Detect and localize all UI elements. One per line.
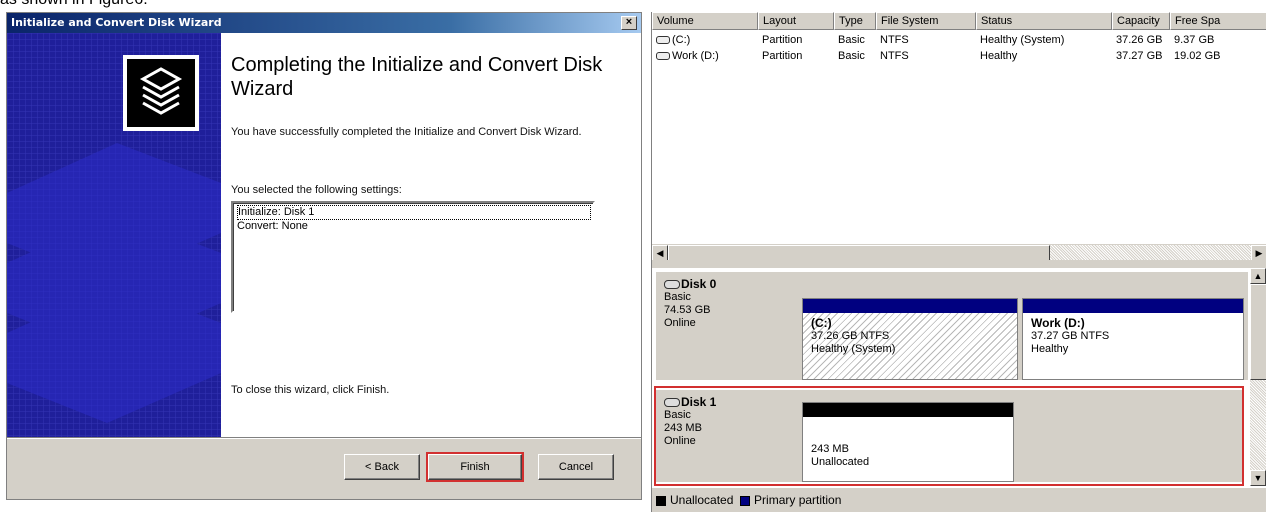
scroll-left-icon[interactable]: ◀	[652, 245, 668, 260]
partition-c[interactable]: (C:) 37.26 GB NTFS Healthy (System)	[802, 298, 1018, 380]
column-header-layout[interactable]: Layout	[758, 12, 834, 30]
volume-type: Basic	[838, 34, 865, 46]
disk-stack-illustration	[7, 33, 221, 437]
wizard-logo-icon	[123, 55, 199, 131]
table-row[interactable]: Work (D:) Partition Basic NTFS Healthy 3…	[652, 48, 1266, 64]
settings-line-convert: Convert: None	[237, 220, 308, 232]
disk-0-state: Online	[664, 317, 696, 329]
legend-label-unallocated: Unallocated	[670, 493, 734, 507]
settings-list[interactable]: Initialize: Disk 1 Convert: None	[231, 201, 595, 313]
column-header-type[interactable]: Type	[834, 12, 876, 30]
column-header-file-system[interactable]: File System	[876, 12, 976, 30]
disk-1-highlight-frame	[654, 386, 1244, 486]
volume-layout: Partition	[762, 50, 803, 62]
partition-c-status: Healthy (System)	[811, 343, 896, 355]
volume-type: Basic	[838, 50, 865, 62]
disk-management-pane: Volume Layout Type File System Status Ca…	[651, 12, 1266, 512]
volume-free-space: 9.37 GB	[1174, 34, 1215, 46]
partition-d-detail: 37.27 GB NTFS	[1031, 330, 1110, 342]
disk-icon	[664, 280, 680, 290]
wizard-title: Initialize and Convert Disk Wizard	[11, 16, 222, 29]
column-header-free-space[interactable]: Free Spa	[1170, 12, 1266, 30]
partition-c-name: (C:)	[811, 316, 832, 330]
partition-d-bar	[1023, 299, 1243, 313]
column-header-volume[interactable]: Volume	[652, 12, 758, 30]
partition-c-detail: 37.26 GB NTFS	[811, 330, 890, 342]
figure-caption: as shown in Figure6.	[0, 0, 148, 9]
disk-graphical-view: Disk 0 Basic 74.53 GB Online (C:) 37.26 …	[652, 268, 1266, 488]
vertical-scroll-thumb[interactable]	[1250, 284, 1266, 380]
table-row[interactable]: (C:) Partition Basic NTFS Healthy (Syste…	[652, 32, 1266, 48]
partition-d[interactable]: Work (D:) 37.27 GB NTFS Healthy	[1022, 298, 1244, 380]
scroll-down-icon[interactable]: ▼	[1250, 470, 1266, 486]
button-separator	[7, 437, 641, 439]
volume-free-space: 19.02 GB	[1174, 50, 1221, 62]
legend-swatch-unallocated	[656, 495, 666, 506]
disk-0-name: Disk 0	[681, 277, 717, 291]
wizard-heading: Completing the Initialize and Convert Di…	[231, 54, 603, 100]
legend-bar: Unallocated Primary partition	[652, 490, 1266, 512]
settings-line-initialize: Initialize: Disk 1	[237, 205, 591, 220]
volume-list[interactable]: Volume Layout Type File System Status Ca…	[652, 12, 1266, 260]
wizard-side-panel	[7, 33, 221, 437]
close-icon[interactable]: ×	[621, 16, 637, 30]
column-header-capacity[interactable]: Capacity	[1112, 12, 1170, 30]
disk-0-size: 74.53 GB	[664, 304, 711, 316]
horizontal-scrollbar[interactable]: ◀ ▶	[652, 244, 1266, 260]
drive-icon	[656, 52, 670, 61]
wizard-content: Completing the Initialize and Convert Di…	[221, 33, 641, 437]
horizontal-scroll-thumb[interactable]	[668, 245, 1050, 260]
volume-capacity: 37.26 GB	[1116, 34, 1163, 46]
partition-d-name: Work (D:)	[1031, 316, 1085, 330]
volume-file-system: NTFS	[880, 34, 909, 46]
scroll-right-icon[interactable]: ▶	[1251, 245, 1266, 260]
wizard-success-text: You have successfully completed the Init…	[231, 126, 582, 138]
volume-name: (C:)	[672, 34, 691, 46]
finish-button[interactable]: Finish	[426, 452, 524, 482]
scroll-up-icon[interactable]: ▲	[1250, 268, 1266, 284]
column-header-status[interactable]: Status	[976, 12, 1112, 30]
partition-c-bar	[803, 299, 1017, 313]
initialize-convert-wizard-dialog: Initialize and Convert Disk Wizard × Com…	[6, 12, 642, 500]
disk-0-info[interactable]: Disk 0 Basic 74.53 GB Online	[656, 272, 796, 380]
settings-label: You selected the following settings:	[231, 184, 402, 196]
volume-status: Healthy	[980, 50, 1018, 62]
drive-icon	[656, 36, 670, 45]
volume-capacity: 37.27 GB	[1116, 50, 1163, 62]
disk-0-type: Basic	[664, 291, 691, 303]
volume-layout: Partition	[762, 34, 803, 46]
cancel-button[interactable]: Cancel	[538, 454, 614, 480]
volume-list-header: Volume Layout Type File System Status Ca…	[652, 12, 1266, 30]
volume-file-system: NTFS	[880, 50, 909, 62]
legend-swatch-primary	[740, 495, 751, 506]
close-instruction: To close this wizard, click Finish.	[231, 384, 390, 396]
legend-label-primary: Primary partition	[754, 493, 842, 507]
wizard-title-bar[interactable]: Initialize and Convert Disk Wizard ×	[7, 13, 641, 33]
back-button[interactable]: < Back	[344, 454, 420, 480]
partition-d-status: Healthy	[1031, 343, 1069, 355]
volume-name: Work (D:)	[672, 50, 719, 62]
volume-status: Healthy (System)	[980, 34, 1065, 46]
vertical-scrollbar[interactable]: ▲ ▼	[1250, 268, 1266, 486]
